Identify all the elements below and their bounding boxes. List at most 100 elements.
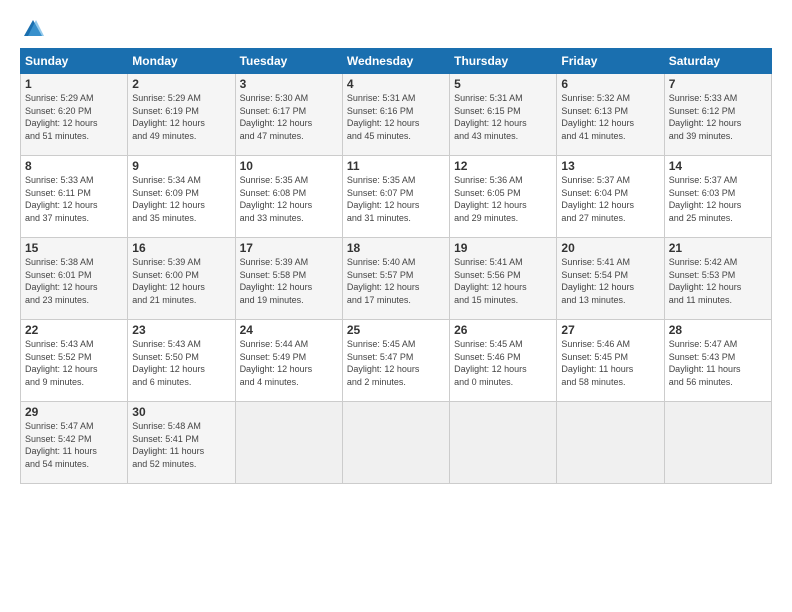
- calendar-day-30: 30Sunrise: 5:48 AM Sunset: 5:41 PM Dayli…: [128, 402, 235, 484]
- day-info: Sunrise: 5:33 AM Sunset: 6:11 PM Dayligh…: [25, 174, 123, 224]
- calendar-header-row: SundayMondayTuesdayWednesdayThursdayFrid…: [21, 49, 772, 74]
- calendar-header-tuesday: Tuesday: [235, 49, 342, 74]
- calendar-day-2: 2Sunrise: 5:29 AM Sunset: 6:19 PM Daylig…: [128, 74, 235, 156]
- day-number: 20: [561, 241, 659, 255]
- day-info: Sunrise: 5:32 AM Sunset: 6:13 PM Dayligh…: [561, 92, 659, 142]
- calendar-day-22: 22Sunrise: 5:43 AM Sunset: 5:52 PM Dayli…: [21, 320, 128, 402]
- calendar-week-4: 22Sunrise: 5:43 AM Sunset: 5:52 PM Dayli…: [21, 320, 772, 402]
- calendar-day-13: 13Sunrise: 5:37 AM Sunset: 6:04 PM Dayli…: [557, 156, 664, 238]
- day-number: 29: [25, 405, 123, 419]
- day-number: 2: [132, 77, 230, 91]
- day-info: Sunrise: 5:47 AM Sunset: 5:43 PM Dayligh…: [669, 338, 767, 388]
- empty-day: [235, 402, 342, 484]
- calendar-day-26: 26Sunrise: 5:45 AM Sunset: 5:46 PM Dayli…: [450, 320, 557, 402]
- day-info: Sunrise: 5:31 AM Sunset: 6:16 PM Dayligh…: [347, 92, 445, 142]
- calendar-day-20: 20Sunrise: 5:41 AM Sunset: 5:54 PM Dayli…: [557, 238, 664, 320]
- calendar-day-21: 21Sunrise: 5:42 AM Sunset: 5:53 PM Dayli…: [664, 238, 771, 320]
- calendar-day-24: 24Sunrise: 5:44 AM Sunset: 5:49 PM Dayli…: [235, 320, 342, 402]
- empty-day: [664, 402, 771, 484]
- day-info: Sunrise: 5:39 AM Sunset: 5:58 PM Dayligh…: [240, 256, 338, 306]
- day-info: Sunrise: 5:46 AM Sunset: 5:45 PM Dayligh…: [561, 338, 659, 388]
- calendar-day-12: 12Sunrise: 5:36 AM Sunset: 6:05 PM Dayli…: [450, 156, 557, 238]
- day-info: Sunrise: 5:47 AM Sunset: 5:42 PM Dayligh…: [25, 420, 123, 470]
- calendar-day-23: 23Sunrise: 5:43 AM Sunset: 5:50 PM Dayli…: [128, 320, 235, 402]
- day-info: Sunrise: 5:45 AM Sunset: 5:46 PM Dayligh…: [454, 338, 552, 388]
- day-number: 13: [561, 159, 659, 173]
- day-info: Sunrise: 5:43 AM Sunset: 5:52 PM Dayligh…: [25, 338, 123, 388]
- day-info: Sunrise: 5:35 AM Sunset: 6:08 PM Dayligh…: [240, 174, 338, 224]
- day-number: 16: [132, 241, 230, 255]
- day-number: 19: [454, 241, 552, 255]
- calendar-header-sunday: Sunday: [21, 49, 128, 74]
- day-number: 24: [240, 323, 338, 337]
- day-info: Sunrise: 5:40 AM Sunset: 5:57 PM Dayligh…: [347, 256, 445, 306]
- day-info: Sunrise: 5:38 AM Sunset: 6:01 PM Dayligh…: [25, 256, 123, 306]
- day-info: Sunrise: 5:37 AM Sunset: 6:04 PM Dayligh…: [561, 174, 659, 224]
- calendar: SundayMondayTuesdayWednesdayThursdayFrid…: [20, 48, 772, 484]
- day-number: 3: [240, 77, 338, 91]
- day-number: 27: [561, 323, 659, 337]
- day-number: 5: [454, 77, 552, 91]
- calendar-day-4: 4Sunrise: 5:31 AM Sunset: 6:16 PM Daylig…: [342, 74, 449, 156]
- calendar-header-friday: Friday: [557, 49, 664, 74]
- day-number: 22: [25, 323, 123, 337]
- day-number: 14: [669, 159, 767, 173]
- calendar-day-25: 25Sunrise: 5:45 AM Sunset: 5:47 PM Dayli…: [342, 320, 449, 402]
- day-number: 7: [669, 77, 767, 91]
- calendar-day-27: 27Sunrise: 5:46 AM Sunset: 5:45 PM Dayli…: [557, 320, 664, 402]
- day-info: Sunrise: 5:31 AM Sunset: 6:15 PM Dayligh…: [454, 92, 552, 142]
- day-info: Sunrise: 5:34 AM Sunset: 6:09 PM Dayligh…: [132, 174, 230, 224]
- calendar-week-3: 15Sunrise: 5:38 AM Sunset: 6:01 PM Dayli…: [21, 238, 772, 320]
- calendar-header-thursday: Thursday: [450, 49, 557, 74]
- day-number: 9: [132, 159, 230, 173]
- calendar-day-16: 16Sunrise: 5:39 AM Sunset: 6:00 PM Dayli…: [128, 238, 235, 320]
- calendar-day-8: 8Sunrise: 5:33 AM Sunset: 6:11 PM Daylig…: [21, 156, 128, 238]
- day-number: 17: [240, 241, 338, 255]
- day-info: Sunrise: 5:42 AM Sunset: 5:53 PM Dayligh…: [669, 256, 767, 306]
- calendar-day-15: 15Sunrise: 5:38 AM Sunset: 6:01 PM Dayli…: [21, 238, 128, 320]
- day-number: 6: [561, 77, 659, 91]
- day-info: Sunrise: 5:39 AM Sunset: 6:00 PM Dayligh…: [132, 256, 230, 306]
- day-number: 15: [25, 241, 123, 255]
- day-number: 8: [25, 159, 123, 173]
- day-number: 28: [669, 323, 767, 337]
- calendar-day-6: 6Sunrise: 5:32 AM Sunset: 6:13 PM Daylig…: [557, 74, 664, 156]
- calendar-day-28: 28Sunrise: 5:47 AM Sunset: 5:43 PM Dayli…: [664, 320, 771, 402]
- day-number: 12: [454, 159, 552, 173]
- calendar-week-1: 1Sunrise: 5:29 AM Sunset: 6:20 PM Daylig…: [21, 74, 772, 156]
- calendar-day-18: 18Sunrise: 5:40 AM Sunset: 5:57 PM Dayli…: [342, 238, 449, 320]
- day-info: Sunrise: 5:43 AM Sunset: 5:50 PM Dayligh…: [132, 338, 230, 388]
- day-number: 30: [132, 405, 230, 419]
- day-number: 18: [347, 241, 445, 255]
- logo: [20, 18, 44, 40]
- day-info: Sunrise: 5:48 AM Sunset: 5:41 PM Dayligh…: [132, 420, 230, 470]
- calendar-day-14: 14Sunrise: 5:37 AM Sunset: 6:03 PM Dayli…: [664, 156, 771, 238]
- calendar-day-1: 1Sunrise: 5:29 AM Sunset: 6:20 PM Daylig…: [21, 74, 128, 156]
- calendar-day-19: 19Sunrise: 5:41 AM Sunset: 5:56 PM Dayli…: [450, 238, 557, 320]
- calendar-day-11: 11Sunrise: 5:35 AM Sunset: 6:07 PM Dayli…: [342, 156, 449, 238]
- day-number: 10: [240, 159, 338, 173]
- day-info: Sunrise: 5:29 AM Sunset: 6:20 PM Dayligh…: [25, 92, 123, 142]
- day-number: 26: [454, 323, 552, 337]
- logo-icon: [22, 18, 44, 40]
- day-info: Sunrise: 5:30 AM Sunset: 6:17 PM Dayligh…: [240, 92, 338, 142]
- day-info: Sunrise: 5:37 AM Sunset: 6:03 PM Dayligh…: [669, 174, 767, 224]
- day-info: Sunrise: 5:41 AM Sunset: 5:56 PM Dayligh…: [454, 256, 552, 306]
- day-info: Sunrise: 5:36 AM Sunset: 6:05 PM Dayligh…: [454, 174, 552, 224]
- calendar-header-wednesday: Wednesday: [342, 49, 449, 74]
- calendar-day-17: 17Sunrise: 5:39 AM Sunset: 5:58 PM Dayli…: [235, 238, 342, 320]
- day-info: Sunrise: 5:44 AM Sunset: 5:49 PM Dayligh…: [240, 338, 338, 388]
- calendar-day-29: 29Sunrise: 5:47 AM Sunset: 5:42 PM Dayli…: [21, 402, 128, 484]
- calendar-week-2: 8Sunrise: 5:33 AM Sunset: 6:11 PM Daylig…: [21, 156, 772, 238]
- day-info: Sunrise: 5:35 AM Sunset: 6:07 PM Dayligh…: [347, 174, 445, 224]
- calendar-day-5: 5Sunrise: 5:31 AM Sunset: 6:15 PM Daylig…: [450, 74, 557, 156]
- calendar-header-monday: Monday: [128, 49, 235, 74]
- calendar-day-9: 9Sunrise: 5:34 AM Sunset: 6:09 PM Daylig…: [128, 156, 235, 238]
- day-info: Sunrise: 5:33 AM Sunset: 6:12 PM Dayligh…: [669, 92, 767, 142]
- calendar-header-saturday: Saturday: [664, 49, 771, 74]
- empty-day: [450, 402, 557, 484]
- day-info: Sunrise: 5:45 AM Sunset: 5:47 PM Dayligh…: [347, 338, 445, 388]
- day-number: 25: [347, 323, 445, 337]
- day-number: 4: [347, 77, 445, 91]
- day-info: Sunrise: 5:41 AM Sunset: 5:54 PM Dayligh…: [561, 256, 659, 306]
